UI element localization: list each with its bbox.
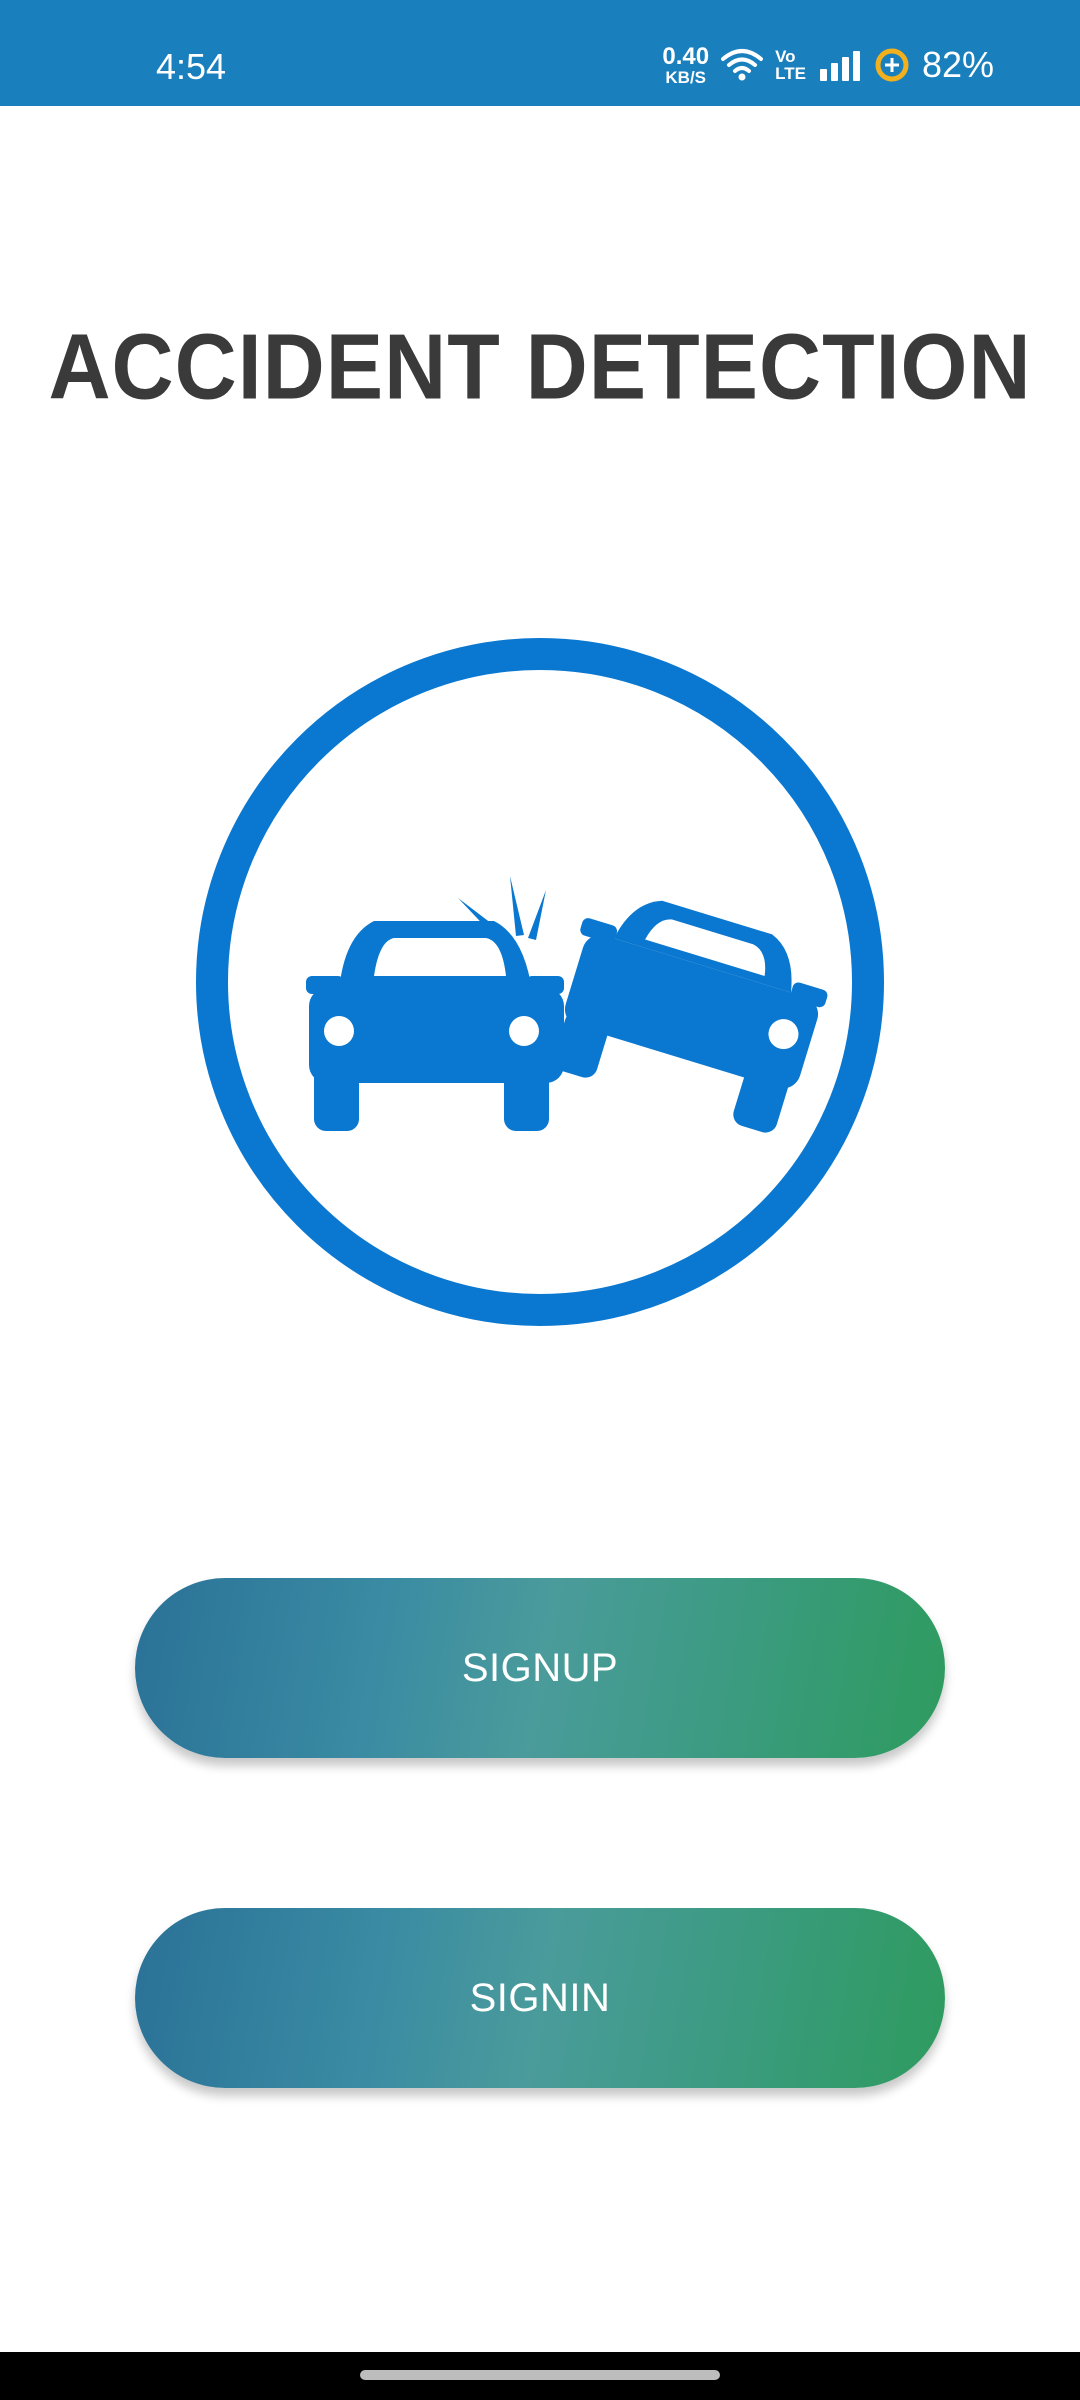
wifi-icon [721, 47, 764, 83]
status-time: 4:54 [156, 46, 227, 87]
page-title: ACCIDENT DETECTION [48, 315, 1032, 419]
navigation-bar [0, 2352, 1080, 2400]
network-speed-value: 0.40 [662, 42, 710, 70]
home-indicator[interactable] [360, 2370, 720, 2380]
status-icons: 0.40 KB/S Vo LTE 82% [662, 44, 994, 86]
battery-percent: 82% [921, 44, 994, 85]
volte-indicator: Vo LTE [775, 48, 806, 82]
volte-top: Vo [775, 47, 796, 66]
car-crash-icon [194, 636, 886, 1328]
battery-saver-icon [874, 47, 910, 83]
signal-icon [818, 49, 862, 81]
signup-button[interactable]: SIGNUP [135, 1578, 945, 1758]
network-speed-unit: KB/S [665, 67, 707, 87]
volte-bottom: LTE [775, 64, 806, 83]
status-bar: 4:54 0.40 KB/S Vo LTE 82% [0, 0, 1080, 106]
signin-button[interactable]: SIGNIN [135, 1908, 945, 2088]
network-speed: 0.40 KB/S [662, 42, 710, 87]
